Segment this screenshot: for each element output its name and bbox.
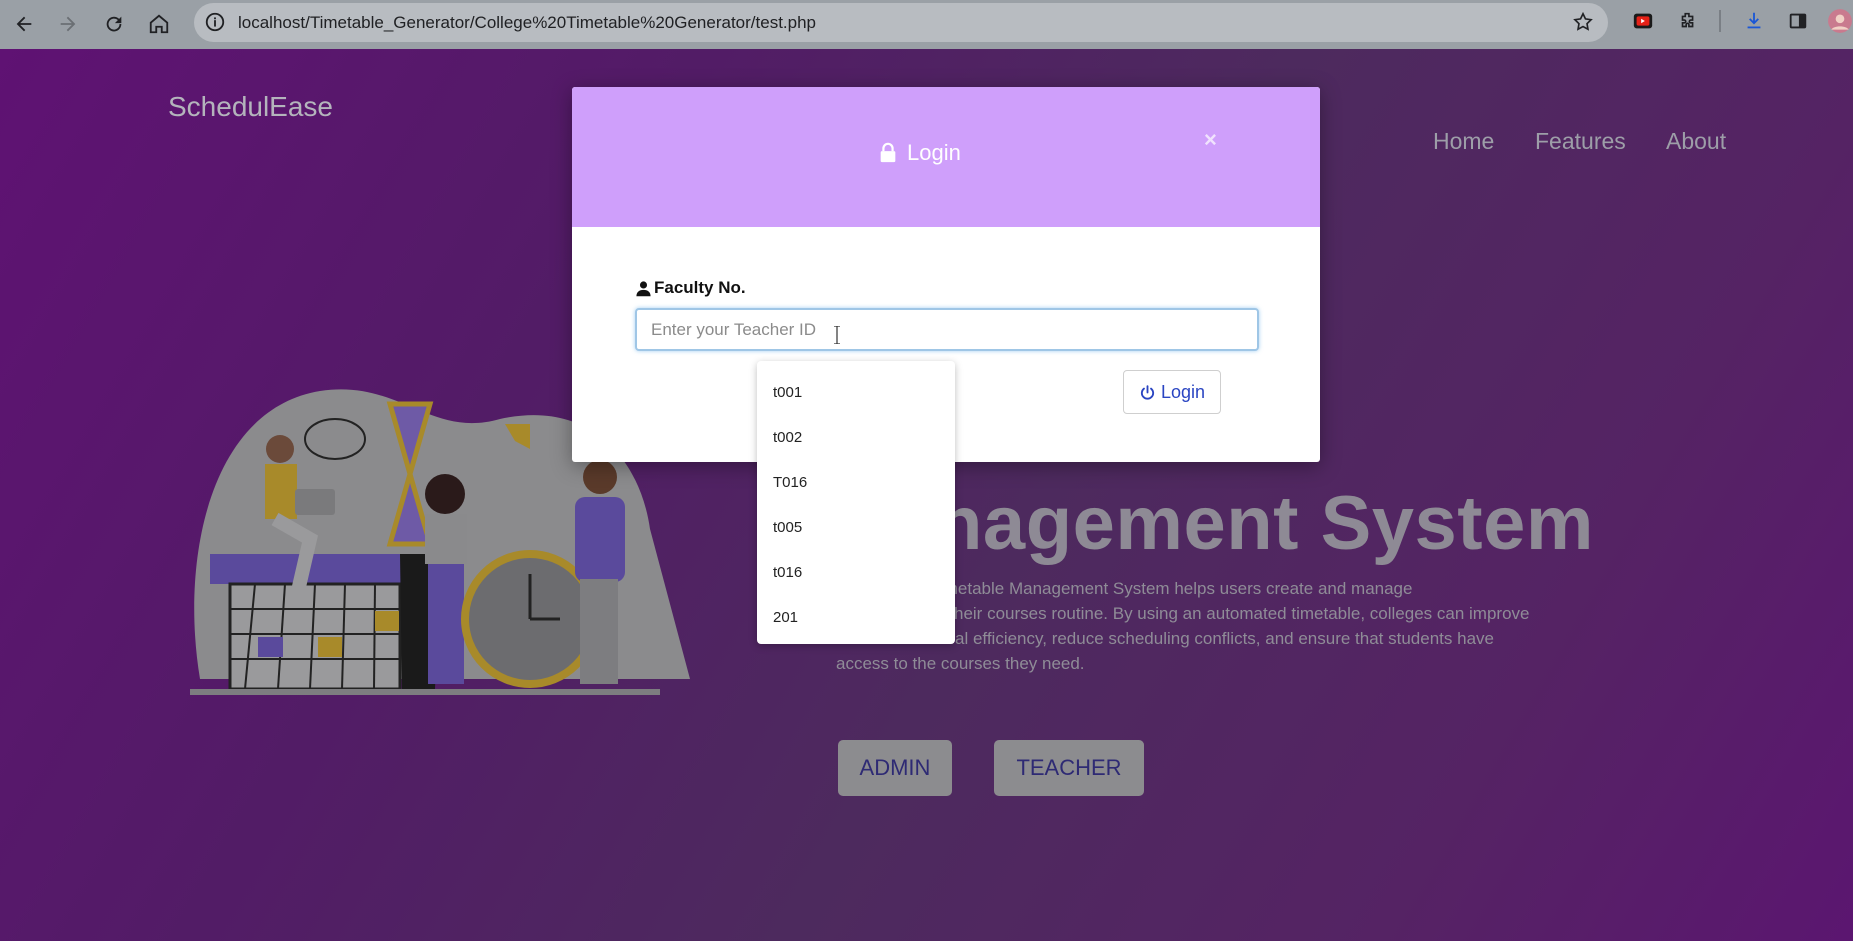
- forward-button[interactable]: [50, 6, 86, 42]
- teacher-id-input[interactable]: [635, 308, 1259, 351]
- back-arrow-icon: [16, 16, 32, 32]
- nav-home-link[interactable]: Home: [1433, 128, 1494, 155]
- nav-about-link[interactable]: About: [1666, 128, 1726, 155]
- suggestion-option[interactable]: 201: [757, 595, 955, 640]
- user-icon: [636, 280, 651, 296]
- extensions-puzzle-icon[interactable]: [1675, 8, 1701, 34]
- faculty-no-label-text: Faculty No.: [654, 278, 746, 297]
- hero-text-line: al efficiency, reduce scheduling conflic…: [955, 629, 1494, 648]
- modal-title: Login: [877, 140, 961, 166]
- modal-title-text: Login: [907, 140, 961, 165]
- home-icon: [149, 14, 169, 34]
- teacher-id-suggestions: t001 t002 T016 t005 t016 201: [757, 361, 955, 644]
- hero-text-line: nated timetable Management System helps …: [888, 579, 1413, 598]
- hero-title: nagement System: [936, 481, 1594, 566]
- suggestion-option[interactable]: t005: [757, 505, 955, 550]
- hero-text-line: heir courses routine. By using an automa…: [954, 604, 1530, 623]
- lock-icon: [880, 142, 896, 163]
- suggestion-option[interactable]: t002: [757, 415, 955, 460]
- forward-arrow-icon: [60, 16, 76, 32]
- url-text[interactable]: localhost/Timetable_Generator/College%20…: [238, 13, 816, 33]
- suggestion-option[interactable]: t001: [757, 370, 955, 415]
- site-brand[interactable]: SchedulEase: [168, 91, 333, 123]
- hero-text-line: access to the courses they need.: [836, 654, 1085, 673]
- login-button[interactable]: Login: [1123, 370, 1221, 414]
- toolbar-separator: [1719, 10, 1721, 32]
- faculty-no-label: Faculty No.: [635, 278, 746, 298]
- side-panel-icon[interactable]: [1785, 8, 1811, 34]
- profile-avatar[interactable]: [1826, 8, 1853, 34]
- reload-icon: [106, 16, 122, 32]
- power-icon: [1140, 384, 1155, 400]
- home-button[interactable]: [141, 6, 177, 42]
- suggestion-option[interactable]: t016: [757, 550, 955, 595]
- teacher-button[interactable]: TEACHER: [994, 740, 1144, 796]
- address-bar[interactable]: localhost/Timetable_Generator/College%20…: [194, 3, 1608, 42]
- site-info-icon[interactable]: [204, 11, 226, 33]
- admin-button[interactable]: ADMIN: [838, 740, 952, 796]
- downloads-icon[interactable]: [1741, 8, 1767, 34]
- text-cursor-icon: [834, 326, 840, 344]
- back-button[interactable]: [6, 6, 42, 42]
- close-icon[interactable]: ×: [1204, 127, 1217, 153]
- bookmark-star-icon[interactable]: [1572, 11, 1594, 33]
- nav-features-link[interactable]: Features: [1535, 128, 1626, 155]
- browser-toolbar: localhost/Timetable_Generator/College%20…: [0, 0, 1853, 49]
- youtube-extension-icon[interactable]: [1630, 8, 1656, 34]
- reload-button[interactable]: [96, 6, 132, 42]
- login-button-label: Login: [1160, 381, 1206, 402]
- modal-header: Login ×: [572, 87, 1320, 227]
- suggestion-option[interactable]: T016: [757, 460, 955, 505]
